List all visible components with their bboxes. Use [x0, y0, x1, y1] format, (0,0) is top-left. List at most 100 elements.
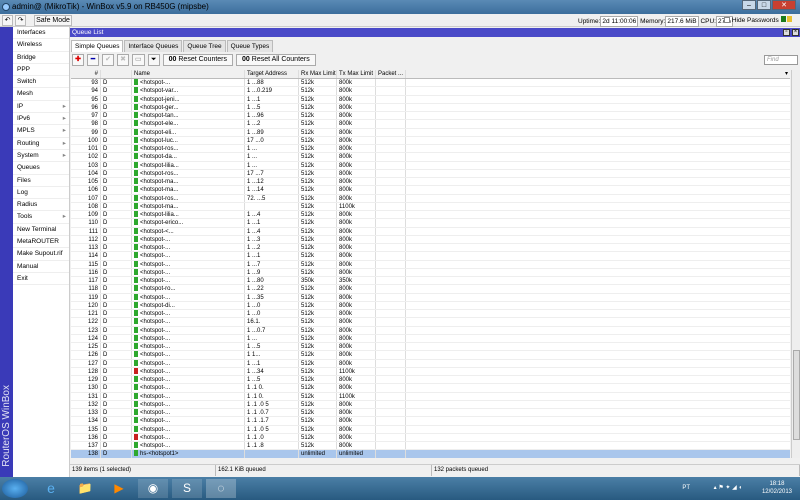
undo-button[interactable]: ↶ — [2, 15, 13, 26]
close-window-button[interactable]: × — [792, 29, 799, 36]
table-row[interactable]: 115 D <hotspot-... 1 ...7 512k 800k — [71, 260, 790, 269]
sidebar-item-exit[interactable]: Exit — [13, 273, 69, 286]
sidebar-item-ip[interactable]: IP ▸ — [13, 101, 69, 114]
table-row[interactable]: 104 D <hotspot-ros... 17 ...7 512k 800k — [71, 169, 790, 178]
explorer-icon[interactable]: 📁 — [70, 479, 100, 498]
column-header[interactable]: Target Address — [245, 70, 299, 78]
tray-icons[interactable]: ▴ ⚑ ✦ ◢ ◖ — [714, 484, 742, 492]
table-row[interactable]: 117 D <hotspot-... 1 ...80 350k 350k — [71, 277, 790, 286]
sidebar-item-bridge[interactable]: Bridge — [13, 52, 69, 64]
table-row[interactable]: 101 D <hotspot-ros... 1 ... 512k 800k — [71, 145, 790, 154]
table-row[interactable]: 133 D <hotspot-... 1 .1 .0.7 512k 800k — [71, 409, 790, 418]
table-row[interactable]: 119 D <hotspot-... 1 ...35 512k 800k — [71, 293, 790, 302]
table-row[interactable]: 120 D <hotspot-di... 1 ...0 512k 800k — [71, 301, 790, 310]
scrollbar-thumb[interactable] — [793, 350, 800, 440]
filter-button[interactable]: ⏷ — [147, 54, 160, 66]
table-row[interactable]: 100 D <hotspot-luc... 17 ...0 512k 800k — [71, 136, 790, 145]
table-row[interactable]: 102 D <hotspot-da... 1 ... 512k 800k — [71, 153, 790, 162]
table-row[interactable]: 131 D <hotspot-... 1 .1 0. 512k 1100k — [71, 392, 790, 401]
sidebar-item-mesh[interactable]: Mesh — [13, 88, 69, 101]
table-row[interactable]: 94 D <hotspot-var... 1 ...0.219 512k 800… — [71, 87, 790, 96]
column-header[interactable]: # — [71, 70, 101, 78]
sidebar-item-ipv6[interactable]: IPv6 ▸ — [13, 113, 69, 126]
table-row[interactable]: 126 D <hotspot-... 1 1... 512k 800k — [71, 351, 790, 360]
remove-button[interactable]: ━ — [87, 54, 99, 66]
language-indicator[interactable]: PT — [682, 484, 690, 492]
sidebar-item-interfaces[interactable]: Interfaces — [13, 27, 69, 40]
sidebar-item-wireless[interactable]: Wireless — [13, 39, 69, 52]
table-row[interactable]: 114 D <hotspot-... 1 ...1 512k 800k — [71, 252, 790, 261]
internet-explorer-icon[interactable]: e — [36, 479, 66, 498]
reset-counters-button[interactable]: 00 Reset Counters — [162, 54, 234, 66]
skype-icon[interactable]: S — [172, 479, 202, 498]
sidebar-item-mpls[interactable]: MPLS ▸ — [13, 125, 69, 138]
add-button[interactable]: ✚ — [72, 54, 84, 66]
table-row[interactable]: 106 D <hotspot-ma... 1 ...14 512k 800k — [71, 186, 790, 195]
start-button[interactable] — [2, 479, 28, 498]
table-row[interactable]: 93 D <hotspot-... 1 ...88 512k 800k — [71, 79, 790, 88]
tab-queue-tree[interactable]: Queue Tree — [183, 40, 226, 52]
hide-passwords-checkbox[interactable] — [724, 17, 730, 23]
sidebar-item-switch[interactable]: Switch — [13, 76, 69, 89]
table-row[interactable]: 128 D <hotspot-... 1 ...34 512k 1100k — [71, 367, 790, 376]
column-header[interactable]: Name — [132, 70, 245, 78]
table-row[interactable]: 136 D <hotspot-... 1 .1 .0 512k 800k — [71, 433, 790, 442]
table-row[interactable]: 109 D <hotspot-lilia... 1 ...4 512k 800k — [71, 211, 790, 220]
table-row[interactable]: 130 D <hotspot-... 1 .1 0. 512k 800k — [71, 384, 790, 393]
table-row[interactable]: 107 D <hotspot-ros... 72. ...5 512k 800k — [71, 194, 790, 203]
sidebar-item-files[interactable]: Files — [13, 175, 69, 187]
minimize-button[interactable]: – — [742, 0, 756, 10]
table-row[interactable]: 124 D <hotspot-... 1 ... 512k 800k — [71, 334, 790, 343]
table-row[interactable]: 129 D <hotspot-... 1 ...5 512k 800k — [71, 376, 790, 385]
table-row[interactable]: 113 D <hotspot-... 1 ...2 512k 800k — [71, 244, 790, 253]
chrome-icon[interactable]: ◉ — [138, 479, 168, 498]
sidebar-item-make-supout-rif[interactable]: Make Supout.rif — [13, 248, 69, 261]
vertical-scrollbar[interactable] — [791, 70, 800, 458]
sidebar-item-routing[interactable]: Routing ▸ — [13, 138, 69, 150]
sidebar-item-queues[interactable]: Queues — [13, 162, 69, 175]
table-row[interactable]: 134 D <hotspot-... 1 .1 .1.7 512k 800k — [71, 417, 790, 426]
table-row[interactable]: 95 D <hotspot-jeni... 1 ...1 512k 800k — [71, 95, 790, 104]
table-row[interactable]: 98 D <hotspot-ele... 1 ...2 512k 800k — [71, 120, 790, 129]
table-row[interactable]: 132 D <hotspot-... 1 .1 .0 5 512k 800k — [71, 400, 790, 409]
table-row[interactable]: 97 D <hotspot-tan... 1 ...96 512k 800k — [71, 112, 790, 121]
disable-button[interactable]: ✖ — [117, 54, 129, 66]
table-row[interactable]: 137 D <hotspot-... 1 .1 .8 512k 800k — [71, 442, 790, 451]
winbox-taskbar-icon[interactable]: ◌ — [206, 479, 236, 498]
sidebar-item-new-terminal[interactable]: New Terminal — [13, 224, 69, 237]
safe-mode-button[interactable]: Safe Mode — [34, 15, 72, 26]
table-row[interactable]: 127 D <hotspot-... 1 ...1 512k 800k — [71, 359, 790, 368]
table-row[interactable]: 138 D hs-<hotspot1> unlimited unlimited — [71, 450, 790, 458]
tab-interface-queues[interactable]: Interface Queues — [124, 40, 183, 52]
sidebar-item-log[interactable]: Log — [13, 187, 69, 200]
table-row[interactable]: 116 D <hotspot-... 1 ...9 512k 800k — [71, 268, 790, 277]
sidebar-item-ppp[interactable]: PPP — [13, 64, 69, 77]
table-row[interactable]: 96 D <hotspot-ger... 1 ...5 512k 800k — [71, 103, 790, 112]
table-row[interactable]: 103 D <hotspot-lilia... 1 ... 512k 800k — [71, 161, 790, 170]
table-row[interactable]: 108 D <hotspot-ma... 512k 1100k — [71, 202, 790, 211]
reset-all-counters-button[interactable]: 00 Reset All Counters — [236, 54, 316, 66]
table-row[interactable]: 118 D <hotspot-ro... 1 ...22 512k 800k — [71, 285, 790, 294]
media-player-icon[interactable]: ▶ — [104, 479, 134, 498]
enable-button[interactable]: ✔ — [102, 54, 114, 66]
table-row[interactable]: 121 D <hotspot-... 1 ...0 512k 800k — [71, 310, 790, 319]
sidebar-item-metarouter[interactable]: MetaROUTER — [13, 236, 69, 249]
restore-button[interactable]: ▫ — [783, 29, 790, 36]
comment-button[interactable]: ▭ — [132, 54, 145, 66]
tab-queue-types[interactable]: Queue Types — [226, 40, 274, 52]
close-button[interactable]: ✕ — [772, 0, 796, 10]
maximize-button[interactable]: □ — [757, 0, 771, 10]
column-header[interactable] — [101, 70, 132, 78]
table-row[interactable]: 111 D <hotspot-<... 1 ...4 512k 800k — [71, 227, 790, 236]
table-row[interactable]: 122 D <hotspot-... 16.1. 512k 800k — [71, 318, 790, 327]
table-row[interactable]: 125 D <hotspot-... 1 ...5 512k 800k — [71, 343, 790, 352]
table-row[interactable]: 123 D <hotspot-... 1 ...0.7 512k 800k — [71, 326, 790, 335]
redo-button[interactable]: ↷ — [15, 15, 26, 26]
table-row[interactable]: 135 D <hotspot-... 1 .1 .0 5 512k 800k — [71, 425, 790, 434]
find-input[interactable]: Find — [764, 55, 798, 65]
table-row[interactable]: 110 D <hotspot-erico... 1 ...1 512k 800k — [71, 219, 790, 228]
column-header[interactable]: Rx Max Limit — [299, 70, 337, 78]
table-row[interactable]: 99 D <hotspot-eli... 1 ...89 512k 800k — [71, 128, 790, 137]
table-row[interactable]: 105 D <hotspot-ma... 1 ...12 512k 800k — [71, 178, 790, 187]
sidebar-item-tools[interactable]: Tools ▸ — [13, 211, 69, 224]
